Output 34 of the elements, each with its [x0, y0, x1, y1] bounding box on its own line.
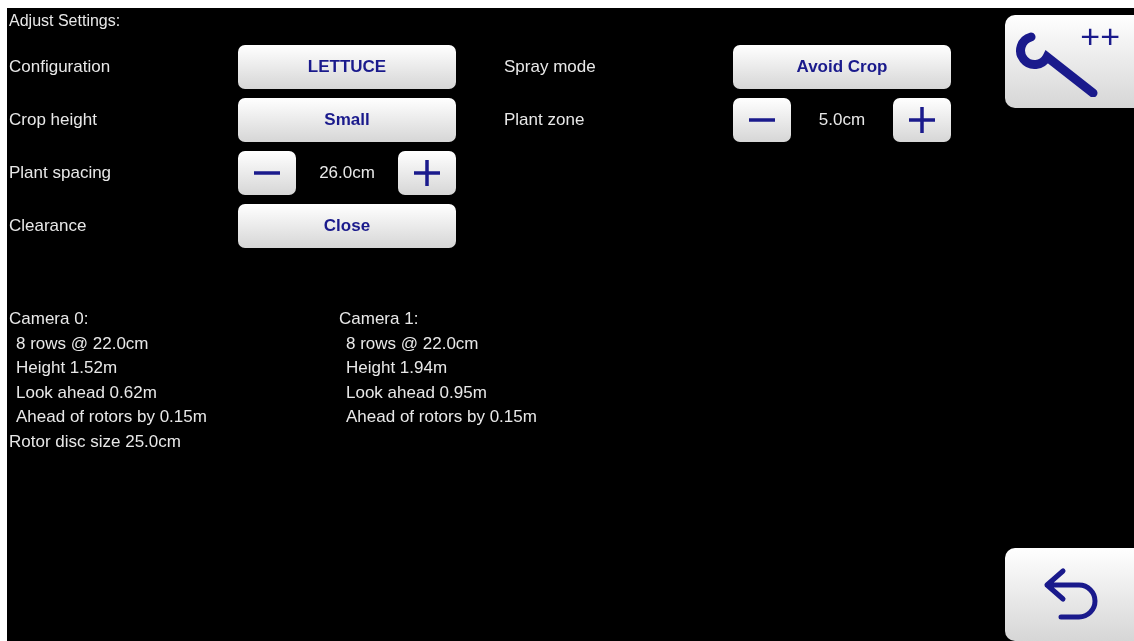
- camera-detail: Look ahead 0.62m: [15, 381, 158, 404]
- minus-icon: [254, 171, 280, 175]
- setting-label: Clearance: [9, 216, 88, 236]
- setting-value: 26.0cm: [319, 163, 375, 183]
- camera-detail: Ahead of rotors by 0.15m: [15, 406, 208, 428]
- camera-detail: 8 rows @ 22.0cm: [15, 332, 150, 355]
- camera-detail: Ahead of rotors by 0.15m: [345, 406, 538, 428]
- increase-button[interactable]: [398, 151, 456, 195]
- setting-label: Configuration: [9, 57, 112, 77]
- decrease-button[interactable]: [733, 98, 791, 142]
- setting-button[interactable]: Close: [238, 204, 456, 248]
- back-button[interactable]: [1005, 548, 1134, 641]
- setting-label: Plant zone: [504, 110, 586, 130]
- plus-icon: [907, 105, 937, 135]
- rotor-disc-size: Rotor disc size 25.0cm: [9, 430, 182, 453]
- camera-detail: 8 rows @ 22.0cm: [345, 332, 480, 355]
- plus-icon: [412, 158, 442, 188]
- setting-label: Crop height: [9, 110, 98, 130]
- setting-button[interactable]: LETTUCE: [238, 45, 456, 89]
- minus-icon: [749, 118, 775, 122]
- page-title: Adjust Settings:: [9, 12, 122, 30]
- camera-detail: Height 1.52m: [15, 357, 119, 379]
- setting-button[interactable]: Small: [238, 98, 456, 142]
- setting-button[interactable]: Avoid Crop: [733, 45, 951, 89]
- camera-title: Camera 0:: [9, 308, 90, 330]
- advanced-settings-button[interactable]: ++: [1005, 15, 1134, 108]
- setting-value: 5.0cm: [818, 110, 866, 130]
- setting-label: Spray mode: [504, 57, 597, 77]
- camera-detail: Look ahead 0.95m: [345, 381, 488, 404]
- decrease-button[interactable]: [238, 151, 296, 195]
- camera-detail: Height 1.94m: [345, 357, 449, 379]
- setting-label: Plant spacing: [9, 163, 113, 183]
- increase-button[interactable]: [893, 98, 951, 142]
- camera-title: Camera 1:: [339, 308, 420, 330]
